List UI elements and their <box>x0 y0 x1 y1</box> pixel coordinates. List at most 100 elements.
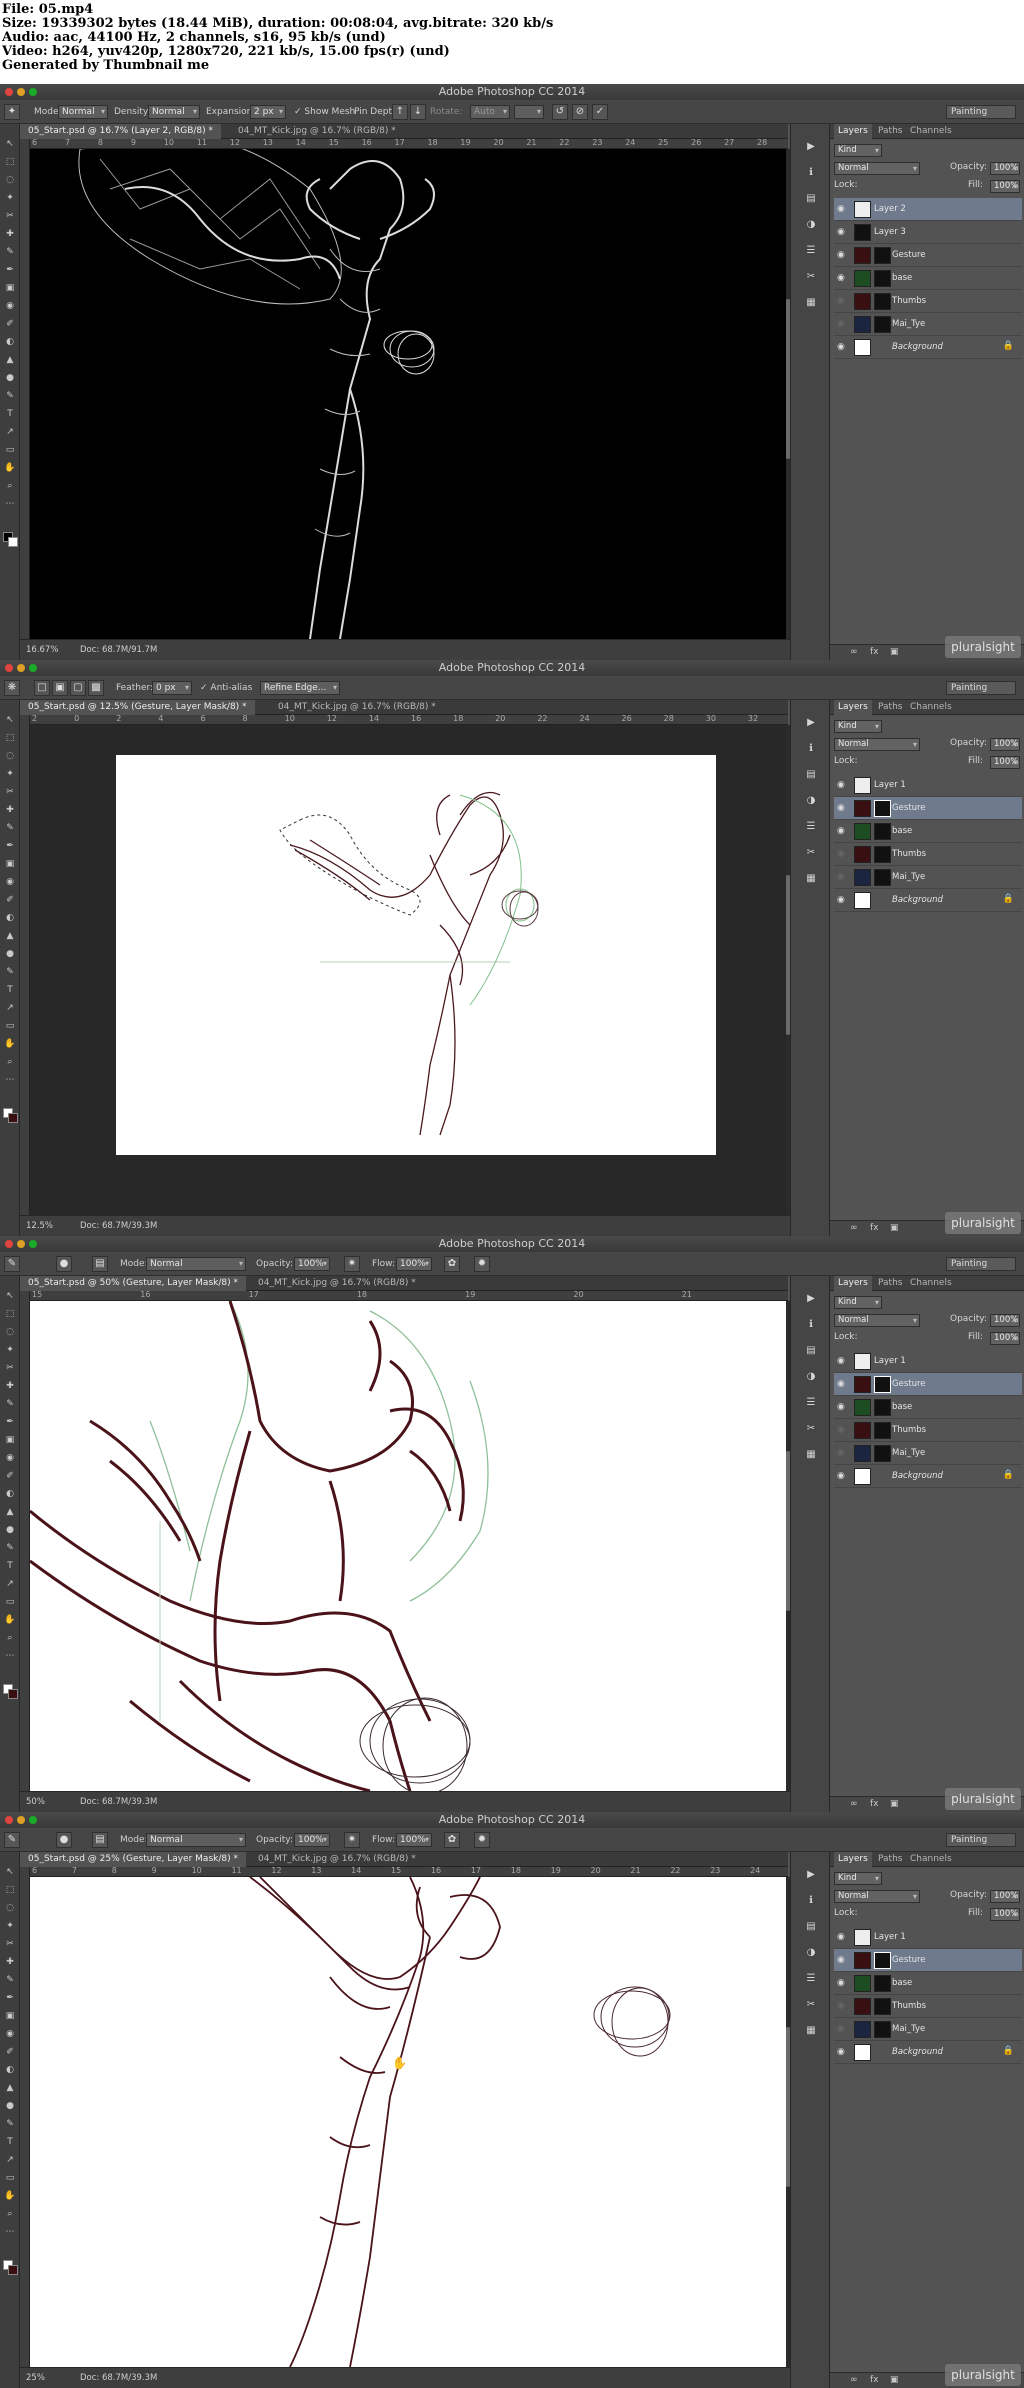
opacity-input[interactable]: 100% <box>990 1890 1020 1903</box>
tool-icon[interactable]: ✂ <box>3 1362 17 1374</box>
tool-icon[interactable]: T <box>3 1560 17 1572</box>
opacity-input[interactable]: 100% <box>990 738 1020 751</box>
rotate-select[interactable]: Auto <box>470 105 510 119</box>
dock-panel-icon[interactable]: ▶ <box>803 140 819 154</box>
tab-layers[interactable]: Layers <box>834 700 872 715</box>
tool-icon[interactable]: ⬚ <box>3 732 17 744</box>
eye-icon[interactable]: ◉ <box>837 780 848 790</box>
dock-panel-icon[interactable]: ✂ <box>803 1422 819 1436</box>
tool-icon[interactable]: ✚ <box>3 1380 17 1392</box>
tool-icon[interactable]: ⬚ <box>3 156 17 168</box>
cancel-transform-icon[interactable]: ⊘ <box>572 104 588 120</box>
filter-kind-select[interactable]: Kind <box>834 1296 882 1309</box>
background-color-swatch[interactable] <box>8 2265 18 2275</box>
opacity-input[interactable]: 100% <box>294 1257 330 1271</box>
tool-icon[interactable]: ⌕ <box>3 2208 17 2220</box>
tool-icon[interactable]: ✎ <box>3 2118 17 2130</box>
canvas[interactable] <box>30 1301 788 1791</box>
tool-icon[interactable]: ↗ <box>3 426 17 438</box>
tab-paths[interactable]: Paths <box>874 1276 906 1291</box>
tool-icon[interactable]: ✦ <box>3 192 17 204</box>
tool-icon[interactable]: ✦ <box>3 1920 17 1932</box>
dock-panel-icon[interactable]: ▶ <box>803 1868 819 1882</box>
dock-panel-icon[interactable]: ☰ <box>803 820 819 834</box>
tool-icon[interactable]: ✎ <box>3 822 17 834</box>
tab-channels[interactable]: Channels <box>906 1276 956 1291</box>
puppet-warp-tool-icon[interactable]: ✦ <box>4 104 20 120</box>
commit-transform-icon[interactable]: ✓ <box>592 104 608 120</box>
eye-icon[interactable]: ◉ <box>837 1402 848 1412</box>
tool-icon[interactable]: T <box>3 408 17 420</box>
close-window-button[interactable] <box>5 88 13 96</box>
remove-pins-icon[interactable]: ↺ <box>552 104 568 120</box>
tool-icon[interactable]: ↖ <box>3 138 17 150</box>
dock-panel-icon[interactable]: ✂ <box>803 270 819 284</box>
filter-kind-select[interactable]: Kind <box>834 144 882 157</box>
dock-panel-icon[interactable]: ▦ <box>803 2024 819 2038</box>
tool-icon[interactable]: ◐ <box>3 1488 17 1500</box>
dock-panel-icon[interactable]: ▤ <box>803 1344 819 1358</box>
workspace-select[interactable]: Painting <box>946 681 1016 695</box>
eye-icon[interactable]: ◉ <box>837 1448 848 1458</box>
mode-select[interactable]: Normal <box>146 1833 246 1847</box>
canvas[interactable]: ✋ <box>30 1877 788 2367</box>
dock-panel-icon[interactable]: ✂ <box>803 846 819 860</box>
tool-icon[interactable]: ✋ <box>3 1614 17 1626</box>
tool-icon[interactable]: ✐ <box>3 894 17 906</box>
tool-icon[interactable]: ⋯ <box>3 1074 17 1086</box>
tool-icon[interactable]: ✦ <box>3 1344 17 1356</box>
refine-edge-button[interactable]: Refine Edge... <box>260 681 340 695</box>
tool-icon[interactable]: ⌕ <box>3 1632 17 1644</box>
pin-depth-up-icon[interactable]: ↑ <box>392 104 408 120</box>
add-mask-icon[interactable]: ▣ <box>890 1799 899 1809</box>
tool-icon[interactable]: ⌕ <box>3 480 17 492</box>
brush-panel-icon[interactable]: ▤ <box>92 1832 108 1848</box>
layer-row[interactable]: ◉ base <box>834 267 1022 290</box>
zoom-level[interactable]: 12.5% <box>26 1221 53 1231</box>
brush-preset-icon[interactable]: ● <box>56 1832 72 1848</box>
fill-input[interactable]: 100% <box>990 1332 1020 1345</box>
eye-icon[interactable]: ◉ <box>837 296 848 306</box>
tool-icon[interactable]: ✚ <box>3 1956 17 1968</box>
add-mask-icon[interactable]: ▣ <box>890 2375 899 2385</box>
tool-icon[interactable]: ✂ <box>3 786 17 798</box>
layer-row[interactable]: ◉ Gesture <box>834 1949 1022 1972</box>
tool-icon[interactable]: ▭ <box>3 444 17 456</box>
minimize-window-button[interactable] <box>17 1240 25 1248</box>
layer-row[interactable]: ◉ Mai_Tye <box>834 1442 1022 1465</box>
tool-icon[interactable]: ↖ <box>3 1290 17 1302</box>
blend-mode-select[interactable]: Normal <box>834 1890 920 1903</box>
flow-input[interactable]: 100% <box>396 1833 432 1847</box>
link-layers-icon[interactable]: ∞ <box>850 1799 858 1809</box>
subtract-selection-icon[interactable]: ▢ <box>70 680 86 696</box>
tab-layers[interactable]: Layers <box>834 1852 872 1867</box>
dock-panel-icon[interactable]: ▶ <box>803 716 819 730</box>
dock-panel-icon[interactable]: ▶ <box>803 1292 819 1306</box>
eye-icon[interactable]: ◉ <box>837 803 848 813</box>
dock-panel-icon[interactable]: ◑ <box>803 794 819 808</box>
tool-icon[interactable]: ⋯ <box>3 2226 17 2238</box>
filter-kind-select[interactable]: Kind <box>834 720 882 733</box>
eye-icon[interactable]: ◉ <box>837 2001 848 2011</box>
add-selection-icon[interactable]: ▣ <box>52 680 68 696</box>
pressure-opacity-icon[interactable]: ✷ <box>344 1832 360 1848</box>
density-select[interactable]: Normal <box>148 105 200 119</box>
layer-row[interactable]: ◉ base <box>834 1396 1022 1419</box>
layer-row[interactable]: ◉ Background 🔒 <box>834 889 1022 912</box>
new-selection-icon[interactable]: □ <box>34 680 50 696</box>
brush-tool-icon[interactable]: ✎ <box>4 1832 20 1848</box>
tool-icon[interactable]: ▲ <box>3 1506 17 1518</box>
background-color-swatch[interactable] <box>8 1113 18 1123</box>
tool-icon[interactable]: ◐ <box>3 336 17 348</box>
opacity-input[interactable]: 100% <box>990 1314 1020 1327</box>
eye-icon[interactable]: ◉ <box>837 227 848 237</box>
tool-icon[interactable]: ↗ <box>3 1002 17 1014</box>
tool-icon[interactable]: ✎ <box>3 1974 17 1986</box>
tab-layers[interactable]: Layers <box>834 124 872 139</box>
tool-icon[interactable]: ✦ <box>3 768 17 780</box>
fx-icon[interactable]: fx <box>870 1223 879 1233</box>
layer-row[interactable]: ◉ base <box>834 1972 1022 1995</box>
tool-icon[interactable]: ↖ <box>3 1866 17 1878</box>
dock-panel-icon[interactable]: ▤ <box>803 192 819 206</box>
zoom-window-button[interactable] <box>29 1816 37 1824</box>
